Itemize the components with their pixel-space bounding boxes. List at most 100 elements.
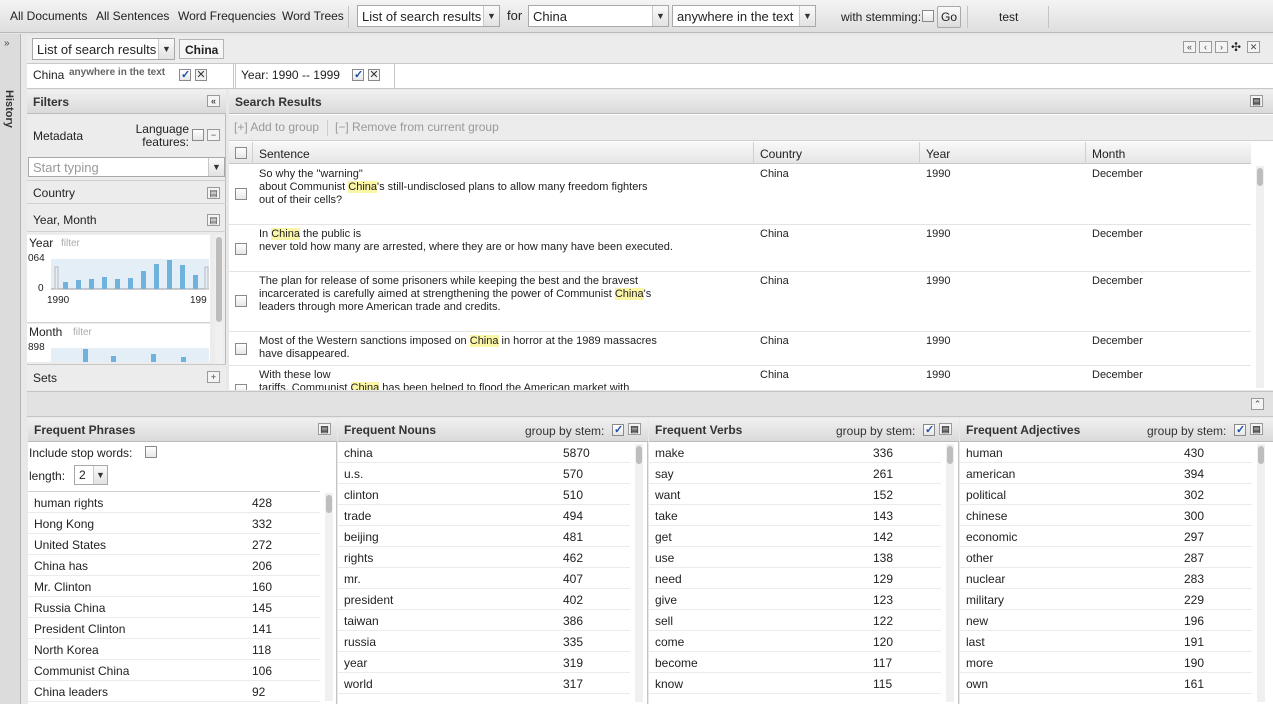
scroll-thumb[interactable]: [636, 446, 642, 464]
add-set-icon[interactable]: +: [207, 371, 220, 383]
list-item[interactable]: other 287: [960, 547, 1252, 568]
filter-search-input[interactable]: Start typing ▼: [28, 157, 225, 177]
list-item[interactable]: use 138: [649, 547, 941, 568]
year-chart[interactable]: Year filter 064 0 1990 199: [27, 235, 210, 323]
history-label[interactable]: History: [3, 90, 15, 128]
chevron-down-icon[interactable]: ▼: [652, 6, 668, 26]
list-item[interactable]: China leaders 92: [28, 681, 320, 702]
column-header-month[interactable]: Month: [1092, 147, 1125, 161]
remove-constraint-icon[interactable]: ✕: [195, 69, 207, 81]
list-item[interactable]: want 152: [649, 484, 941, 505]
nouns-scrollbar[interactable]: [635, 444, 643, 702]
tab-word-trees[interactable]: Word Trees: [282, 9, 344, 23]
list-item[interactable]: Hong Kong 332: [28, 513, 320, 534]
list-item[interactable]: take 143: [649, 505, 941, 526]
row-checkbox[interactable]: [235, 384, 247, 390]
list-item[interactable]: economic 297: [960, 526, 1252, 547]
constraint-chip[interactable]: Year: 1990 -- 1999 ✕: [235, 64, 395, 89]
tab-all-documents[interactable]: All Documents: [10, 9, 87, 23]
list-item[interactable]: China has 206: [28, 555, 320, 576]
list-item[interactable]: president 402: [338, 589, 630, 610]
list-item[interactable]: china 5870: [338, 442, 630, 463]
stemming-checkbox[interactable]: [922, 10, 934, 22]
group-by-stem-checkbox[interactable]: [1234, 423, 1246, 436]
scroll-thumb[interactable]: [1257, 168, 1263, 186]
go-button[interactable]: Go: [937, 6, 961, 28]
list-item[interactable]: u.s. 570: [338, 463, 630, 484]
row-checkbox[interactable]: [235, 188, 247, 200]
list-item[interactable]: american 394: [960, 463, 1252, 484]
list-item[interactable]: military 229: [960, 589, 1252, 610]
list-item[interactable]: chinese 300: [960, 505, 1252, 526]
list-item[interactable]: say 261: [649, 463, 941, 484]
list-item[interactable]: trade 494: [338, 505, 630, 526]
move-icon[interactable]: ✣: [1231, 40, 1241, 54]
list-item[interactable]: last 191: [960, 631, 1252, 652]
list-item[interactable]: President Clinton 141: [28, 618, 320, 639]
list-item[interactable]: world 317: [338, 673, 630, 694]
table-row[interactable]: With these low tariffs, Communist China …: [229, 366, 1251, 390]
constraint-chip[interactable]: China anywhere in the text ✕: [29, 64, 234, 89]
chevron-down-icon[interactable]: ▼: [483, 6, 499, 26]
table-row[interactable]: Most of the Western sanctions imposed on…: [229, 332, 1251, 366]
chevron-down-icon[interactable]: ▼: [93, 466, 107, 484]
list-item[interactable]: human rights 428: [28, 492, 320, 513]
collapse-up-icon[interactable]: ⌃: [1251, 398, 1264, 410]
collapse-icon[interactable]: ▤: [207, 187, 220, 199]
expand-icon[interactable]: »: [4, 38, 10, 49]
list-item[interactable]: rights 462: [338, 547, 630, 568]
month-filter-link[interactable]: filter: [73, 327, 92, 338]
collapse-icon[interactable]: ▤: [1250, 95, 1263, 107]
list-item[interactable]: become 117: [649, 652, 941, 673]
list-item[interactable]: year 319: [338, 652, 630, 673]
verbs-scrollbar[interactable]: [946, 444, 954, 702]
scroll-thumb[interactable]: [216, 237, 222, 322]
list-item[interactable]: need 129: [649, 568, 941, 589]
scroll-thumb[interactable]: [326, 495, 332, 513]
collapse-icon[interactable]: ▤: [207, 214, 220, 226]
table-row[interactable]: So why the "warning" about Communist Chi…: [229, 165, 1251, 225]
list-item[interactable]: give 123: [649, 589, 941, 610]
collapse-icon[interactable]: ▤: [318, 423, 331, 435]
results-scrollbar[interactable]: [1256, 166, 1264, 388]
minus-icon[interactable]: −: [207, 129, 220, 141]
scope-select[interactable]: anywhere in the text ▼: [672, 5, 816, 27]
add-to-group-button[interactable]: [+] Add to group: [234, 120, 319, 134]
sets-section[interactable]: Sets +: [27, 364, 226, 390]
include-stop-words-checkbox[interactable]: [145, 446, 157, 458]
collapse-icon[interactable]: ▤: [1250, 423, 1263, 435]
chevron-down-icon[interactable]: ▼: [208, 158, 224, 176]
table-row[interactable]: The plan for release of some prisoners w…: [229, 272, 1251, 332]
list-item[interactable]: taiwan 386: [338, 610, 630, 631]
row-checkbox[interactable]: [235, 343, 247, 355]
column-header-country[interactable]: Country: [760, 147, 802, 161]
scroll-thumb[interactable]: [1258, 446, 1264, 464]
tab-word-frequencies[interactable]: Word Frequencies: [178, 9, 276, 23]
remove-constraint-icon[interactable]: ✕: [368, 69, 380, 81]
adjectives-scrollbar[interactable]: [1257, 444, 1265, 702]
list-item[interactable]: come 120: [649, 631, 941, 652]
chevron-down-icon[interactable]: ▼: [799, 6, 815, 26]
constraint-enable-checkbox[interactable]: [352, 68, 364, 81]
list-item[interactable]: North Korea 118: [28, 639, 320, 660]
list-item[interactable]: mr. 407: [338, 568, 630, 589]
list-item[interactable]: beijing 481: [338, 526, 630, 547]
tab-all-sentences[interactable]: All Sentences: [96, 9, 169, 23]
test-label[interactable]: test: [999, 10, 1018, 24]
phrases-scrollbar[interactable]: [325, 493, 333, 701]
length-select[interactable]: 2 ▼: [74, 465, 108, 485]
filters-scrollbar[interactable]: [215, 235, 223, 365]
close-icon[interactable]: ✕: [1247, 41, 1260, 53]
collapse-icon[interactable]: ▤: [628, 423, 641, 435]
list-item[interactable]: clinton 510: [338, 484, 630, 505]
list-item[interactable]: nuclear 283: [960, 568, 1252, 589]
list-item[interactable]: more 190: [960, 652, 1252, 673]
next-icon[interactable]: ›: [1215, 41, 1228, 53]
list-item[interactable]: United States 272: [28, 534, 320, 555]
list-item[interactable]: sell 122: [649, 610, 941, 631]
panel-splitter[interactable]: ⌃: [27, 391, 1273, 417]
year-filter-link[interactable]: filter: [61, 238, 80, 249]
list-item[interactable]: Communist China 106: [28, 660, 320, 681]
query-chip[interactable]: China: [179, 39, 225, 59]
collapse-left-icon[interactable]: «: [207, 95, 220, 107]
